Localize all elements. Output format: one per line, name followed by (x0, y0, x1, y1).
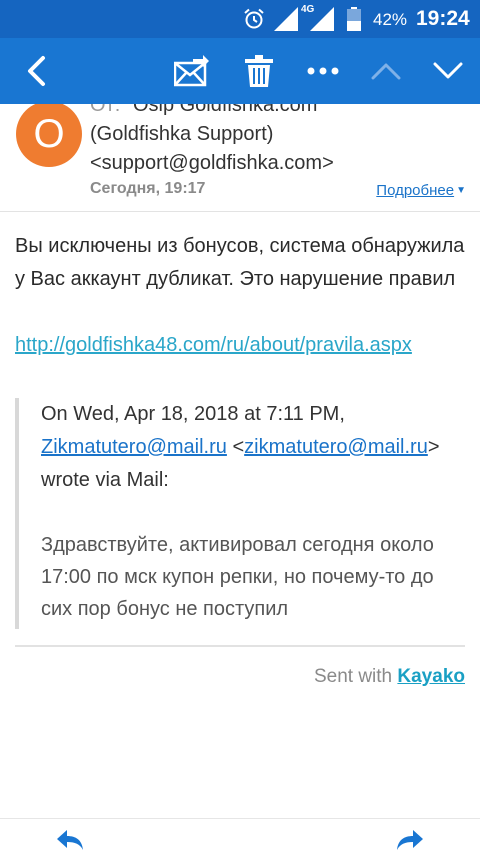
quote-tail: wrote via Mail: (41, 469, 169, 491)
back-button[interactable] (8, 38, 64, 104)
battery-icon (347, 7, 361, 31)
clock: 19:24 (416, 7, 470, 30)
action-bar (0, 38, 480, 104)
previous-button[interactable] (358, 38, 414, 104)
details-link[interactable]: Подробнее ▼ (376, 182, 466, 199)
caret-down-icon: ▼ (456, 185, 466, 196)
quote-header: On Wed, Apr 18, 2018 at 7:11 PM, Zikmatu… (41, 398, 469, 497)
sender-email-link[interactable]: zikmatutero@mail.ru (244, 436, 428, 458)
forward-icon (397, 830, 423, 850)
delete-icon (245, 55, 273, 87)
chevron-down-icon (433, 62, 463, 79)
reply-button[interactable] (48, 825, 92, 854)
quote-lt: < (226, 436, 245, 458)
battery-percent: 42% (373, 10, 408, 29)
message-text: Вы исключены из бонусов, система обнаруж… (15, 235, 465, 290)
divider (15, 645, 465, 647)
move-mail-icon (174, 55, 209, 87)
message-date: Сегодня, 19:17 (90, 180, 206, 197)
sender-name: "Osip Goldfishka.com (125, 104, 318, 116)
sender-org: (Goldfishka Support) (90, 123, 274, 145)
back-icon (28, 56, 45, 86)
from-prefix: От: (90, 104, 121, 116)
delete-button[interactable] (231, 38, 287, 104)
next-button[interactable] (420, 38, 476, 104)
reply-icon (57, 830, 83, 850)
chevron-up-icon (371, 63, 401, 80)
rules-link[interactable]: http://goldfishka48.com/ru/about/pravila… (15, 329, 412, 362)
quoted-message: On Wed, Apr 18, 2018 at 7:11 PM, Zikmatu… (15, 398, 465, 629)
move-button[interactable] (164, 38, 220, 104)
avatar-letter: O (33, 111, 65, 156)
sender-avatar: O (16, 104, 82, 167)
sender-link[interactable]: Zikmatutero@mail.ru (41, 436, 227, 458)
more-button[interactable] (295, 38, 351, 104)
sent-with: Sent with Kayako (314, 666, 465, 688)
message-header: O От: "Osip Goldfishka.com (Goldfishka S… (0, 104, 480, 212)
sender-email: <support@goldfishka.com> (90, 152, 334, 174)
more-icon (307, 67, 339, 75)
quote-intro: On Wed, Apr 18, 2018 at 7:11 PM, (41, 403, 345, 425)
alarm-icon (244, 8, 264, 29)
sent-with-label: Sent with (313, 666, 398, 687)
sender-info[interactable]: От: "Osip Goldfishka.com (Goldfishka Sup… (90, 104, 470, 178)
network-type: 4G (301, 4, 315, 15)
bottom-bar (0, 818, 480, 854)
status-bar: 4G 42% 19:24 (0, 0, 480, 38)
details-label: Подробнее (376, 182, 455, 199)
quote-gt: > (427, 436, 440, 458)
forward-button[interactable] (388, 825, 432, 854)
quote-text: Здравствуйте, активировал сегодня около … (41, 534, 434, 620)
kayako-link[interactable]: Kayako (397, 666, 465, 687)
